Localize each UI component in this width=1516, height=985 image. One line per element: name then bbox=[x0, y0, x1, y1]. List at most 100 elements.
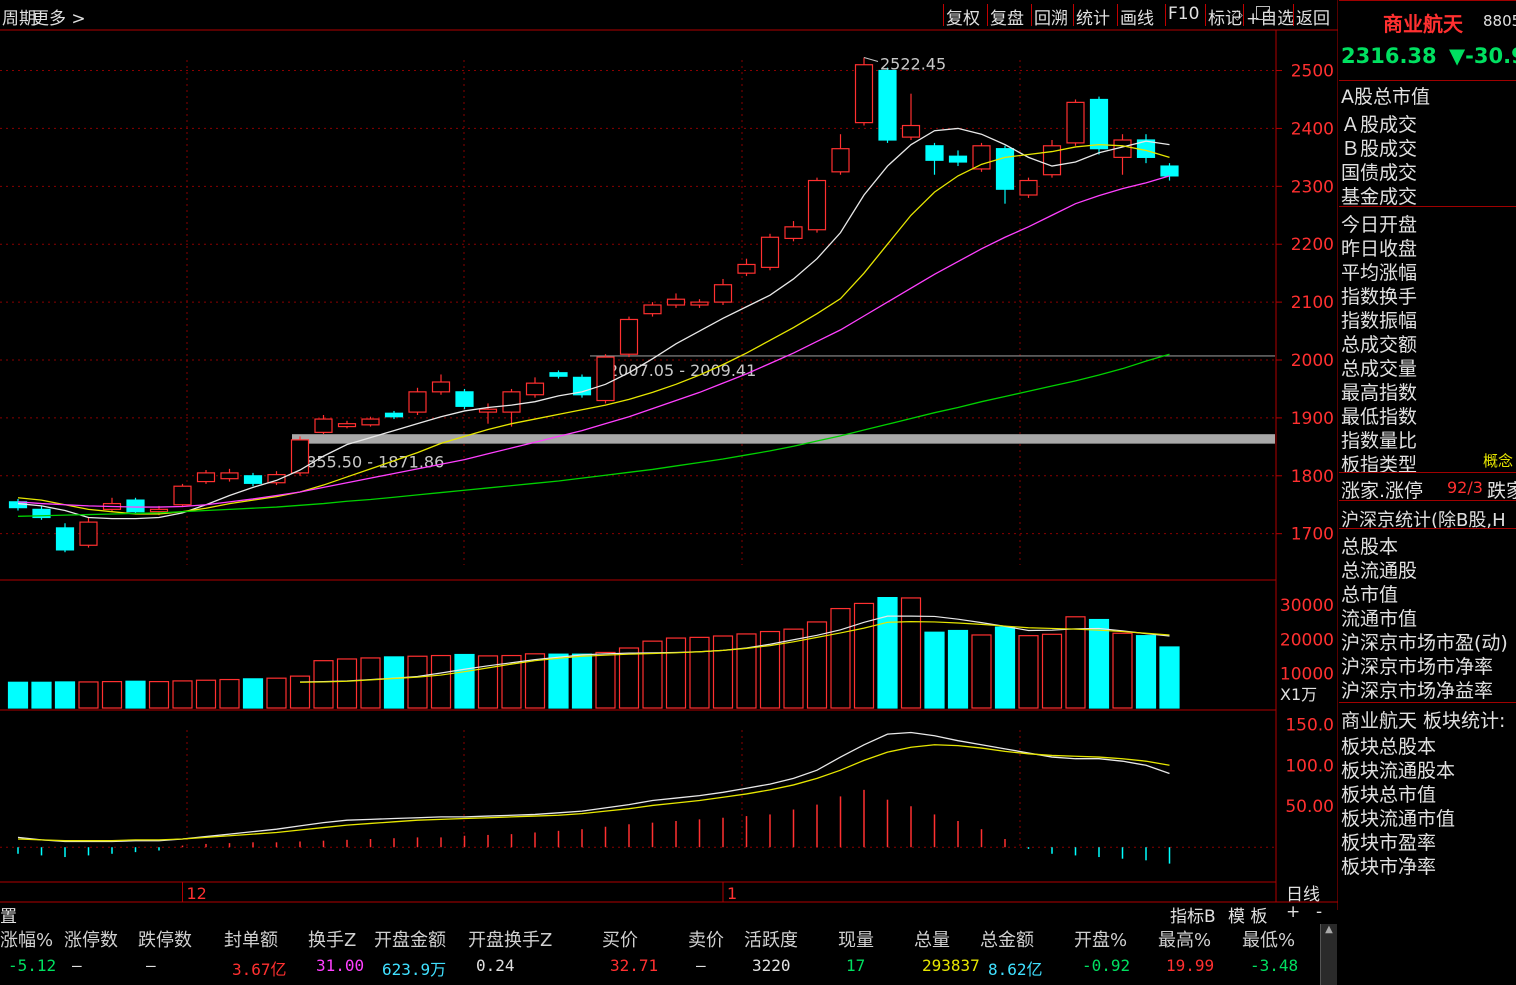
toolbar-separator bbox=[987, 4, 988, 26]
stats-header[interactable]: 卖价 bbox=[688, 926, 724, 952]
stats-row-label: 总市值 bbox=[1341, 584, 1399, 606]
candle-body bbox=[995, 148, 1015, 190]
stats-header[interactable]: 开盘换手Z bbox=[468, 926, 552, 952]
volume-bar bbox=[971, 634, 992, 709]
stats-header[interactable]: 换手Z bbox=[308, 926, 356, 952]
quote-row-label: 最低指数 bbox=[1341, 406, 1418, 428]
volume-bar bbox=[242, 678, 264, 709]
stats-header[interactable]: 买价 bbox=[602, 926, 638, 952]
volume-bar bbox=[642, 640, 663, 709]
candle-body bbox=[431, 381, 451, 393]
more-button[interactable]: 更多 > bbox=[32, 4, 86, 29]
zoom-out-button[interactable]: - bbox=[1316, 902, 1322, 922]
stats-header[interactable]: 现量 bbox=[838, 926, 874, 952]
toolbar-separator bbox=[1073, 4, 1074, 26]
volume-bar bbox=[101, 680, 123, 709]
candle-body bbox=[643, 304, 662, 315]
stats-header[interactable]: 活跃度 bbox=[744, 926, 798, 952]
candle-body bbox=[619, 318, 639, 355]
volume-bar bbox=[7, 681, 29, 709]
diamond-icon[interactable]: ◇ bbox=[1232, 7, 1243, 23]
candle-body bbox=[79, 521, 98, 546]
last-price: 2316.38 bbox=[1341, 44, 1437, 68]
period-label[interactable]: 周期 bbox=[2, 4, 36, 29]
candle-body bbox=[502, 391, 521, 413]
quote-row-label: 国债成交 bbox=[1341, 162, 1418, 184]
volume-bar bbox=[1135, 635, 1157, 709]
high-label: 2522.45 bbox=[880, 55, 946, 74]
zoom-in-button[interactable]: + bbox=[1286, 902, 1300, 922]
stats-header[interactable]: 封单额 bbox=[224, 926, 278, 952]
scroll-up-icon[interactable]: ▲ bbox=[1321, 924, 1337, 935]
stats-header[interactable]: 总量 bbox=[914, 926, 950, 952]
volume-bar bbox=[407, 655, 428, 709]
period-tab-daily[interactable]: 日线 bbox=[1286, 880, 1320, 905]
volume-bar bbox=[360, 657, 381, 709]
toolbar-button-3[interactable]: 统计 bbox=[1076, 4, 1110, 29]
stats-value: -0.92 bbox=[1082, 956, 1131, 975]
moving-average-line bbox=[17, 175, 1170, 508]
stats-header[interactable]: 最低% bbox=[1242, 926, 1295, 952]
template-button[interactable]: 模 板 bbox=[1228, 902, 1267, 927]
candle-body bbox=[784, 226, 803, 240]
high-marker bbox=[863, 57, 879, 63]
toolbar-button-4[interactable]: 画线 bbox=[1120, 4, 1154, 29]
candle-body bbox=[807, 179, 827, 231]
stats-header[interactable]: 涨幅% bbox=[0, 926, 53, 952]
volume-bar bbox=[548, 653, 569, 709]
price-tick-label: 2200 bbox=[1291, 235, 1334, 255]
candles: 2522.45 bbox=[8, 55, 1179, 553]
toolbar-button-0[interactable]: 复权 bbox=[946, 4, 980, 29]
candle-body bbox=[478, 408, 498, 413]
volume-bar bbox=[595, 651, 616, 709]
volume-bar bbox=[924, 631, 945, 709]
price-bands: 1855.50 - 1871.862007.05 - 2009.41 bbox=[292, 355, 1275, 472]
stats-header[interactable]: 开盘% bbox=[1074, 926, 1127, 952]
indicator-b-button[interactable]: 指标B bbox=[1170, 902, 1216, 927]
toolbar-button-7[interactable]: +自选 bbox=[1246, 4, 1294, 29]
quote-row-label: 基金成交 bbox=[1341, 186, 1418, 208]
candle-body bbox=[831, 148, 850, 173]
stats-value: 8.62亿 bbox=[988, 960, 1043, 979]
toolbar-button-1[interactable]: 复盘 bbox=[990, 4, 1024, 29]
kline-chart[interactable]: 1855.50 - 1871.862007.05 - 2009.41 2522.… bbox=[0, 0, 1338, 910]
candle-body bbox=[55, 527, 75, 551]
concept-tag: 概念 bbox=[1483, 452, 1514, 470]
stats-header[interactable]: 跌停数 bbox=[138, 926, 192, 952]
stats-value: – bbox=[72, 956, 82, 975]
volume-bar bbox=[947, 629, 969, 709]
candle-body bbox=[173, 485, 192, 506]
volume-bar bbox=[313, 660, 334, 709]
panel-toggle-icon[interactable] bbox=[1256, 6, 1270, 20]
quote-row-label: 昨日收盘 bbox=[1341, 238, 1418, 260]
quote-row-label: 总成交量 bbox=[1341, 358, 1418, 380]
volume-bar bbox=[618, 647, 640, 709]
volume-bars bbox=[7, 596, 1180, 709]
toolbar-button-2[interactable]: 回溯 bbox=[1034, 4, 1068, 29]
toolbar-button-5[interactable]: F10 bbox=[1168, 4, 1199, 24]
volume-bar bbox=[78, 681, 99, 709]
stats-value: – bbox=[146, 956, 156, 975]
indicator-tick-label: 100.0 bbox=[1285, 756, 1334, 776]
settings-tab[interactable]: 置 bbox=[0, 902, 17, 927]
volume-unit-label: X1万 bbox=[1280, 685, 1317, 704]
chart-grid bbox=[0, 0, 1338, 910]
toolbar-separator bbox=[1117, 4, 1118, 26]
stats-header[interactable]: 涨停数 bbox=[64, 926, 118, 952]
stats-value: -3.48 bbox=[1250, 956, 1299, 975]
candle-body bbox=[596, 356, 615, 402]
stats-header[interactable]: 总金额 bbox=[980, 926, 1034, 952]
sector-name: 商业航天 bbox=[1383, 12, 1463, 36]
scrollbar[interactable]: ▲ bbox=[1320, 924, 1337, 985]
toolbar-separator bbox=[1243, 4, 1244, 26]
volume-bar bbox=[1112, 632, 1133, 709]
toolbar-button-8[interactable]: 返回 bbox=[1296, 4, 1330, 29]
volume-bar bbox=[148, 680, 170, 709]
stats-header[interactable]: 开盘金额 bbox=[374, 926, 446, 952]
panel-divider bbox=[1339, 702, 1516, 703]
sector-row-label: 板块市盈率 bbox=[1341, 832, 1437, 854]
candle-body bbox=[549, 372, 568, 377]
moving-average-line bbox=[17, 143, 1170, 515]
volume-bar bbox=[266, 677, 287, 709]
stats-header[interactable]: 最高% bbox=[1158, 926, 1211, 952]
